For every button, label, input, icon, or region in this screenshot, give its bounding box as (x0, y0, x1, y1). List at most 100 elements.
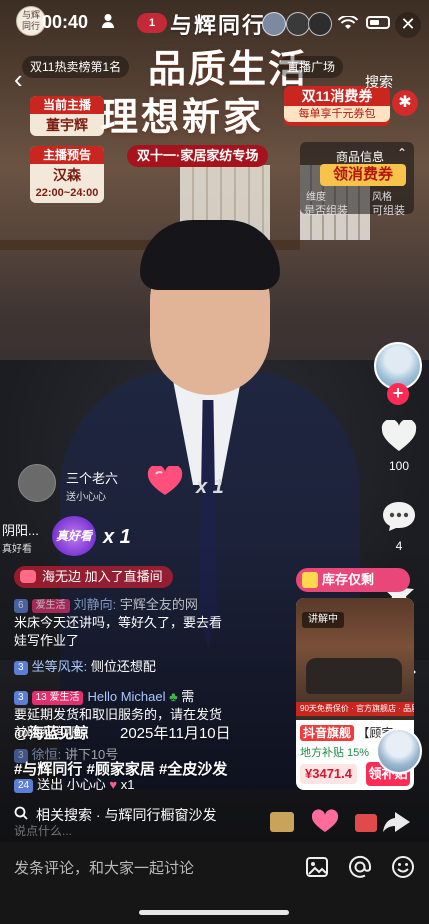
share-small-icon (383, 812, 410, 832)
subsidy-text: 地方补贴 15% (300, 747, 370, 759)
level-badge: 24 (14, 779, 34, 793)
gift-box-icon (270, 812, 294, 832)
comment-user: 坐等风来: (31, 659, 88, 674)
current-host-name: 董宇辉 (46, 117, 88, 133)
product-info-panel[interactable]: 商品信息 ⌃ 领消费券 维度 风格 是否组装 可组装 (300, 142, 414, 217)
gift-toolbar[interactable] (270, 808, 420, 836)
gift-sub-text: 真好看 (2, 544, 32, 555)
person-icon (102, 14, 114, 28)
host-hair (140, 220, 280, 290)
fan-level: 13 (35, 692, 47, 703)
banner-title-line2: 理想新家 (100, 97, 265, 139)
comment-input[interactable] (14, 856, 284, 880)
brand-logo: 与辉同行 (170, 13, 267, 39)
comment-text-line2: 娃写作业了 (14, 633, 80, 648)
current-host-card: 当前主播 董宇辉 (30, 96, 104, 136)
promo-voucher[interactable]: 双11消费券 每单享千元券包 (284, 86, 390, 126)
comment-3[interactable]: 3 坐等风来: 侧位还想配 (14, 658, 156, 676)
like-count: 100 (388, 459, 410, 473)
gift-badge: 真好看 (52, 516, 96, 556)
stock-text: 库存仅剩 (322, 572, 375, 587)
avatar[interactable] (18, 464, 56, 502)
red-packet-icon (355, 814, 377, 832)
home-indicator[interactable] (139, 910, 289, 915)
comment-2[interactable]: 米床今天还讲吗，等好久了，要去看 娃写作业了 (14, 614, 222, 650)
preview-time: 22:00~24:00 (35, 187, 99, 199)
live-square-button[interactable]: 直播广场 (279, 56, 344, 78)
gift-multiplier: x1 (120, 777, 135, 792)
gift-message-2: 阴阳... 真好看 真好看 x 1 (0, 516, 160, 560)
battery-icon (366, 16, 390, 29)
comment-1[interactable]: 6 爱生活 刘静向: 宇辉全友的网 (14, 596, 198, 614)
status-bar: 与辉 同行 00:40 1 与辉同行 ✕ (0, 0, 429, 48)
gift-user-name: 三个老六 (66, 471, 119, 486)
fan-badge: 爱生活 (31, 599, 70, 613)
comment-button[interactable]: 4 (376, 500, 422, 553)
sofa-image (306, 658, 402, 694)
related-search-text: 相关搜索 · 与辉同行橱窗沙发 (36, 807, 217, 823)
hashtags[interactable]: #与辉同行 #顾家家居 #全皮沙发 (14, 758, 227, 779)
product-strip: 90天免费保价 · 官方旗舰店 · 品质保障 (296, 702, 414, 716)
join-notice: 海无边 加入了直播间 (14, 566, 173, 588)
back-icon[interactable]: ‹ (14, 66, 38, 94)
heart-mini-icon: ♥ (109, 777, 118, 792)
fan-label: 爱生活 (49, 692, 80, 703)
comment-text: 送出 小心心 (37, 777, 106, 792)
store-badge: 抖音旗舰 (300, 725, 355, 741)
emoji-icon[interactable] (390, 854, 416, 880)
music-disc-avatar[interactable] (376, 728, 422, 774)
comment-user: Hello Michael (87, 689, 166, 704)
comment-text: 侧位还想配 (90, 659, 156, 674)
video-date: 2025年11月10日 (120, 725, 231, 742)
search-button[interactable]: 搜索 (365, 72, 393, 92)
like-badge: 1 (137, 13, 167, 33)
current-host-label: 当前主播 (30, 96, 104, 114)
like-button[interactable]: 100 (376, 419, 422, 473)
comment-text: 宇辉全友的网 (119, 597, 198, 612)
heart-gift-icon (147, 466, 183, 495)
explaining-badge: 讲解中 (302, 612, 344, 628)
hot-rank-pill[interactable]: 双11热卖榜第1名 (22, 56, 130, 78)
viewer-avatar-1[interactable] (262, 12, 286, 36)
info-row1-left: 维度 (306, 192, 326, 203)
comment-user: 刘静向: (73, 597, 117, 612)
heart-gift-icon (311, 809, 339, 832)
info-row1-right: 风格 (372, 192, 392, 203)
stock-tag[interactable]: 库存仅剩 (296, 568, 410, 592)
at-icon[interactable] (347, 854, 373, 880)
preview-host-card: 主播预告 汉森 22:00~24:00 (30, 146, 104, 203)
shopping-bag-icon (302, 572, 318, 588)
promo-sub: 每单享千元券包 (284, 106, 390, 122)
viewer-avatar-3[interactable] (308, 12, 332, 36)
comment-text: 米床今天还讲吗，等好久了，要去看 (14, 615, 223, 630)
level-badge: 3 (14, 661, 28, 675)
clock: 00:40 (42, 12, 89, 32)
level-badge: 3 (14, 691, 28, 705)
preview-label: 主播预告 (30, 146, 104, 164)
gift-user-name: 阴阳... (2, 523, 39, 538)
banner-strip: 双十一·家居家纺专场 (127, 145, 269, 167)
info-row2-right: 可组装 (372, 205, 405, 217)
clover-icon: ♣ (169, 689, 178, 704)
viewer-avatar-2[interactable] (286, 12, 310, 36)
gift-multiplier: x 1 (196, 476, 224, 498)
fan-level-badge: 13 爱生活 (31, 691, 84, 705)
search-icon (14, 806, 28, 820)
comment-text: 需 (181, 689, 195, 704)
product-price: ¥3471.4 (300, 764, 357, 784)
voucher-tag[interactable]: 领消费券 (320, 164, 406, 186)
comment-count: 4 (395, 539, 403, 553)
chevron-up-icon[interactable]: ⌃ (397, 146, 407, 160)
star-icon[interactable]: ✱ (392, 90, 418, 116)
close-icon[interactable]: ✕ (395, 12, 421, 38)
gift-message-1: 三个老六 送小心心 x 1 (18, 464, 358, 504)
follow-plus-button[interactable]: + (387, 383, 409, 405)
video-author-tag[interactable]: @海蓝见鲸 (14, 722, 89, 743)
heart-icon (381, 419, 417, 451)
comment-prompt-ghost: 说点什么... (14, 824, 73, 838)
level-badge: 6 (14, 599, 28, 613)
comment-icon (383, 502, 415, 531)
preview-host-name: 汉森 (53, 167, 81, 183)
image-icon[interactable] (304, 854, 330, 880)
info-row2-left: 是否组装 (304, 205, 348, 217)
